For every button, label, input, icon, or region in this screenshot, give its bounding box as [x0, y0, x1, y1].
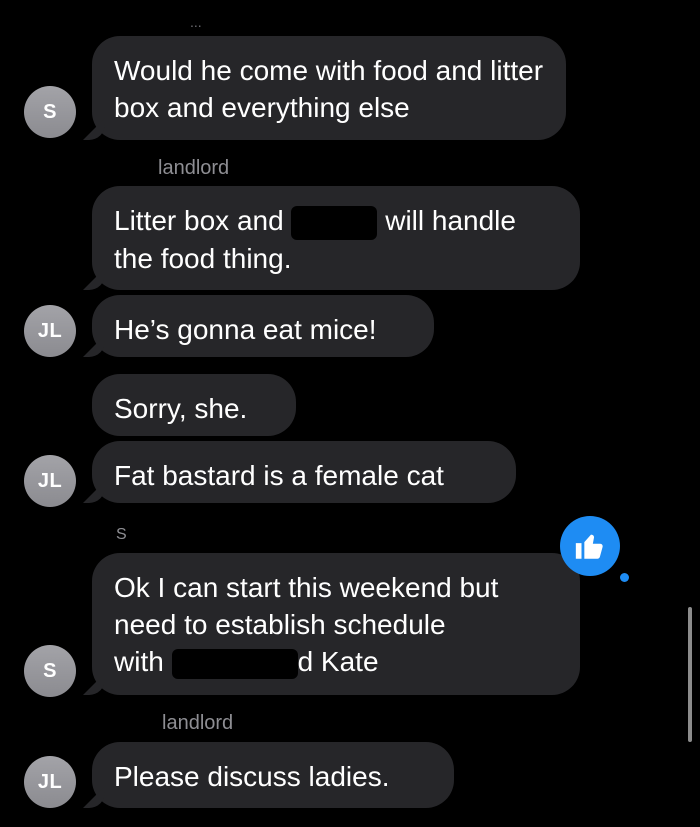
thumbs-up-icon — [575, 534, 603, 559]
sender-name-text: S — [116, 526, 127, 543]
message-text-line: Ok I can start this weekend but — [114, 572, 499, 603]
avatar[interactable]: JL — [24, 455, 76, 507]
sender-name-fragment: ... — [190, 14, 202, 30]
avatar-initials: S — [43, 100, 57, 123]
bubble-tail — [83, 673, 105, 695]
message-bubble[interactable]: Ok I can start this weekend but need to … — [83, 553, 580, 695]
avatar[interactable]: JL — [24, 305, 76, 357]
bubble-tail — [83, 268, 105, 290]
redaction — [291, 205, 378, 240]
message-text-part: with — [114, 646, 164, 677]
message-text-part: d Kate — [297, 646, 379, 677]
scrollbar[interactable] — [688, 607, 692, 742]
sender-name: S — [116, 526, 127, 544]
message-text: Would he come with food and litter box a… — [114, 55, 544, 123]
sender-name-text: landlord — [162, 712, 234, 734]
bubble-tail — [83, 335, 105, 357]
redaction — [171, 648, 298, 679]
message-thread[interactable]: ... Would he come with food and litter b… — [0, 0, 700, 827]
avatar-initials: JL — [37, 319, 63, 342]
thumbs-up-reaction[interactable] — [560, 516, 620, 576]
avatar-initials: S — [43, 659, 57, 682]
sender-name: landlord — [162, 712, 233, 735]
redaction — [100, 160, 156, 174]
message-text: Fat bastard is a female cat — [114, 460, 444, 491]
message-bubble[interactable]: Litter box and will handle the food thin… — [83, 186, 580, 290]
message-bubble[interactable]: Please discuss ladies. — [83, 742, 454, 808]
message-text-part: Litter box and — [114, 205, 284, 236]
avatar[interactable]: S — [24, 645, 76, 697]
message-text: Please discuss ladies. — [114, 761, 390, 792]
sender-name-text: landlord — [158, 157, 230, 179]
reaction-dot — [620, 573, 629, 582]
bubble-tail — [83, 481, 105, 503]
message-bubble[interactable]: He’s gonna eat mice! — [83, 295, 434, 357]
message-text-line: with d Kate — [114, 643, 558, 680]
message-bubble[interactable]: Sorry, she. — [92, 374, 296, 436]
sender-name: landlord — [158, 157, 229, 180]
bubble-tail — [83, 786, 105, 808]
message-bubble[interactable]: Would he come with food and litter box a… — [83, 36, 566, 140]
message-bubble[interactable]: Fat bastard is a female cat — [83, 441, 516, 503]
avatar[interactable]: JL — [24, 756, 76, 808]
bubble-tail — [83, 118, 105, 140]
avatar[interactable]: S — [24, 86, 76, 138]
avatar-initials: JL — [37, 469, 63, 492]
avatar-initials: JL — [37, 770, 63, 793]
message-text: He’s gonna eat mice! — [114, 314, 377, 345]
message-text-line: need to establish schedule — [114, 609, 446, 640]
message-text: Sorry, she. — [114, 393, 248, 424]
